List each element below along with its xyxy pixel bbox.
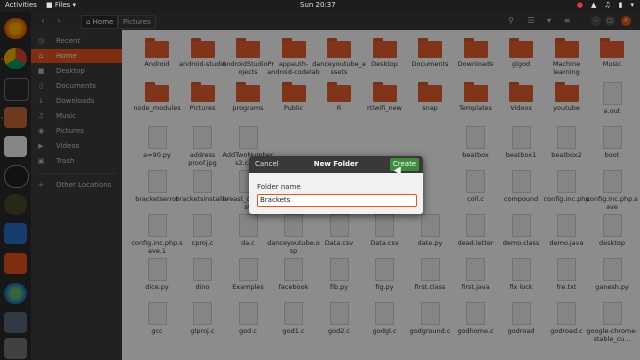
- app-menu[interactable]: ■ Files ▾: [46, 1, 76, 9]
- app-menu-label: Files: [54, 1, 71, 9]
- volume-icon[interactable]: ♫: [604, 1, 610, 9]
- system-tray[interactable]: ● ▲ ♫ ▮ ▾: [577, 1, 634, 9]
- record-icon[interactable]: ●: [577, 1, 583, 9]
- dialog-title: New Folder: [313, 160, 359, 168]
- folder-name-label: Folder name: [257, 183, 301, 191]
- battery-icon[interactable]: ▮: [619, 1, 623, 9]
- top-bar: Activities ■ Files ▾ Sun 20:37 ● ▲ ♫ ▮ ▾: [0, 0, 640, 12]
- network-icon[interactable]: ▲: [591, 1, 596, 9]
- new-folder-dialog: Cancel New Folder Create Folder name Bra…: [249, 156, 423, 214]
- activities-button[interactable]: Activities: [5, 1, 37, 9]
- clock[interactable]: Sun 20:37: [300, 1, 336, 9]
- folder-name-input[interactable]: Brackets: [257, 194, 417, 207]
- cancel-button[interactable]: Cancel: [255, 159, 279, 170]
- power-icon[interactable]: ▾: [630, 1, 634, 9]
